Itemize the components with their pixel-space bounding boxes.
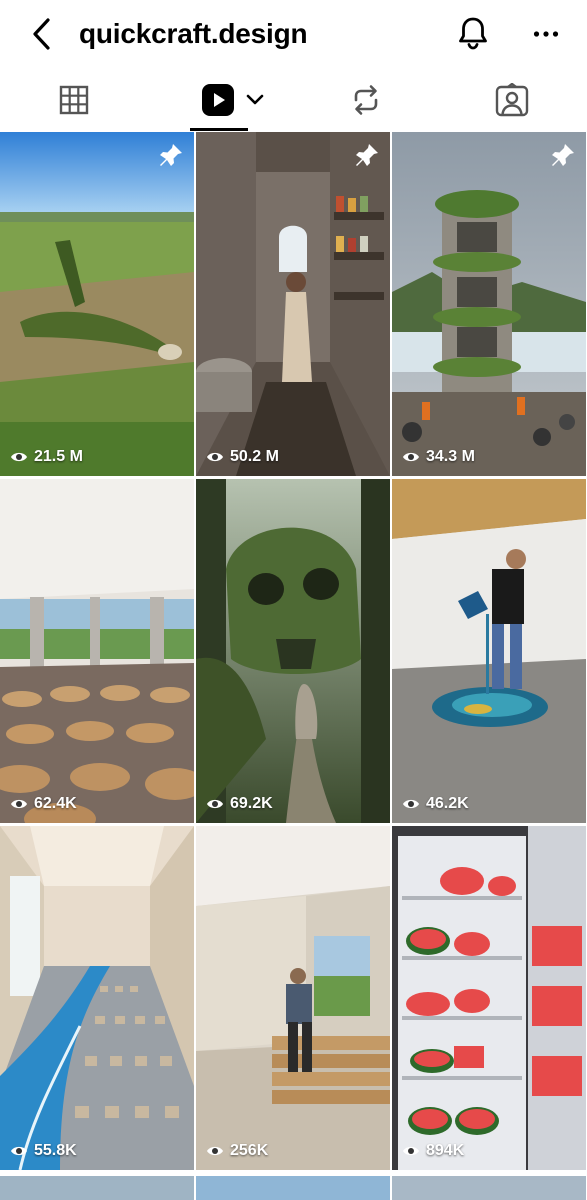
- eye-icon: [403, 1146, 419, 1156]
- reel-tile-partial[interactable]: [0, 1176, 194, 1200]
- tagged-person-icon: [495, 83, 529, 117]
- reel-tile-partial[interactable]: [392, 1176, 586, 1200]
- eye-icon: [11, 452, 27, 462]
- reel-tile[interactable]: 62.4K: [0, 479, 194, 823]
- view-count-label: 69.2K: [230, 795, 273, 812]
- eye-icon: [207, 452, 223, 462]
- profile-username: quickcraft.design: [79, 18, 308, 49]
- view-count: 50.2 M: [206, 448, 279, 466]
- view-count-label: 256K: [230, 1142, 269, 1159]
- eye-icon: [403, 452, 419, 462]
- reel-thumbnail-wood-slice-floor: [0, 479, 194, 823]
- chevron-left-icon: [33, 18, 50, 50]
- reel-thumbnail-jungle-skull: [196, 479, 390, 823]
- chevron-down-icon: [246, 94, 264, 105]
- reel-tile[interactable]: 34.3 M: [392, 132, 586, 476]
- tab-reposts[interactable]: [322, 70, 410, 130]
- view-count-label: 21.5 M: [34, 448, 83, 465]
- reels-play-icon: [202, 84, 234, 116]
- reel-tile[interactable]: 256K: [196, 826, 390, 1170]
- eye-icon: [11, 1146, 27, 1156]
- back-button[interactable]: [24, 14, 60, 54]
- reels-grid: 21.5 M 50.2 M 34.3 M 62.4K 69.2K 46.2K 5…: [0, 132, 587, 1200]
- pin-icon: [552, 144, 574, 166]
- reel-thumbnail-watermelon-fridge: [392, 826, 586, 1170]
- reel-thumbnail-pallet-sofa: [196, 826, 390, 1170]
- pin-icon: [160, 144, 182, 166]
- pin-icon: [356, 144, 378, 166]
- reel-tile[interactable]: 50.2 M: [196, 132, 390, 476]
- view-count: 55.8K: [10, 1142, 77, 1160]
- eye-icon: [207, 1146, 223, 1156]
- reel-thumbnail-overgrown-airplane: [0, 132, 194, 476]
- reel-tile-partial[interactable]: [196, 1176, 390, 1200]
- more-options-button[interactable]: [526, 14, 566, 54]
- profile-header: quickcraft.design: [0, 0, 587, 68]
- reel-thumbnail-kitchen: [196, 132, 390, 476]
- reel-tile[interactable]: 46.2K: [392, 479, 586, 823]
- view-count: 46.2K: [402, 795, 469, 813]
- view-count: 21.5 M: [10, 448, 83, 466]
- view-count-label: 46.2K: [426, 795, 469, 812]
- active-tab-indicator: [190, 128, 248, 131]
- view-count-label: 894K: [426, 1142, 465, 1159]
- reel-thumbnail-epoxy-pour: [392, 479, 586, 823]
- view-count: 62.4K: [10, 795, 77, 813]
- view-count: 894K: [402, 1142, 464, 1160]
- reel-tile[interactable]: 69.2K: [196, 479, 390, 823]
- reel-tile[interactable]: 55.8K: [0, 826, 194, 1170]
- grid-icon: [59, 85, 89, 115]
- reel-tile[interactable]: 21.5 M: [0, 132, 194, 476]
- reel-thumbnail-overgrown-tower: [392, 132, 586, 476]
- repost-icon: [354, 85, 378, 115]
- profile-tabs: [0, 70, 587, 132]
- reel-thumbnail-city-map-floor: [0, 826, 194, 1170]
- view-count: 69.2K: [206, 795, 273, 813]
- view-count: 34.3 M: [402, 448, 475, 466]
- tab-reels[interactable]: [190, 70, 276, 130]
- view-count-label: 55.8K: [34, 1142, 77, 1159]
- view-count: 256K: [206, 1142, 268, 1160]
- tab-tagged[interactable]: [468, 70, 556, 130]
- eye-icon: [403, 799, 419, 809]
- view-count-label: 50.2 M: [230, 448, 279, 465]
- view-count-label: 62.4K: [34, 795, 77, 812]
- reel-tile[interactable]: 894K: [392, 826, 586, 1170]
- eye-icon: [11, 799, 27, 809]
- eye-icon: [207, 799, 223, 809]
- notifications-button[interactable]: [452, 12, 494, 54]
- more-horizontal-icon: [533, 31, 559, 37]
- bell-icon: [459, 17, 487, 50]
- view-count-label: 34.3 M: [426, 448, 475, 465]
- tab-grid[interactable]: [30, 70, 118, 130]
